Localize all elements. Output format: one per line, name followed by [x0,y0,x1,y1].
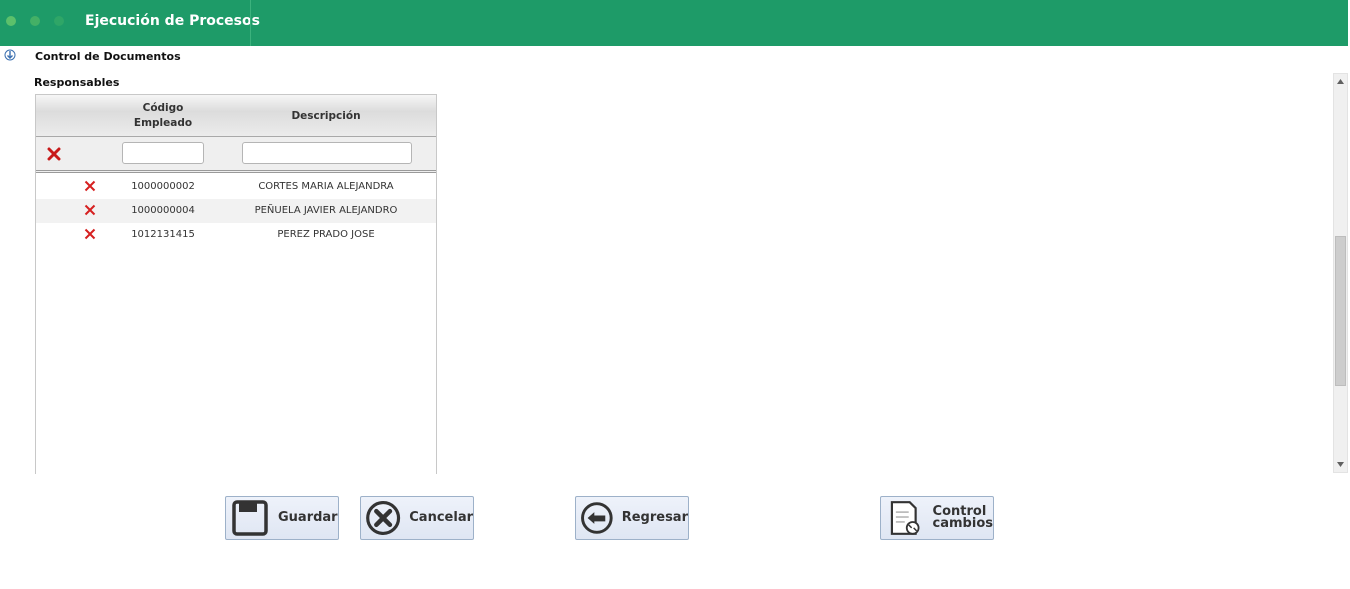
control-changes-button[interactable]: Control cambios [880,496,994,540]
table-row[interactable]: 1000000002 CORTES MARIA ALEJANDRA [36,175,436,199]
save-button[interactable]: Guardar [225,496,339,540]
filter-description-input[interactable] [242,142,412,164]
scroll-down-button[interactable] [1334,457,1347,472]
back-button[interactable]: Regresar [575,496,689,540]
save-label: Guardar [278,510,338,525]
table-row[interactable]: 1000000004 PEÑUELA JAVIER ALEJANDRO [36,199,436,223]
column-header-code-line1: Código [142,102,184,114]
cancel-circle-x-icon [366,501,401,535]
cell-description: PEÑUELA JAVIER ALEJANDRO [254,205,398,216]
cell-code: 1000000004 [131,205,195,216]
cell-description: PEREZ PRADO JOSE [277,229,375,240]
cancel-label: Cancelar [409,510,473,525]
window-dot [54,16,64,26]
cell-description: CORTES MARIA ALEJANDRA [258,181,394,192]
title-bar: Ejecución de Procesos [0,0,1348,46]
delete-icon[interactable] [84,204,96,216]
column-header-code-line2: Empleado [133,117,193,129]
app-title: Ejecución de Procesos [85,13,260,29]
grid-body: 1000000002 CORTES MARIA ALEJANDRA 100000… [36,173,436,247]
window-dots [6,16,64,26]
document-refresh-icon [890,501,920,535]
responsables-title: Responsables [34,76,120,89]
back-arrow-icon [581,502,613,534]
delete-icon[interactable] [84,228,96,240]
back-label: Regresar [621,510,688,525]
title-divider [250,0,251,46]
window-dot [6,16,16,26]
section-title: Control de Documentos [35,50,181,63]
arrow-down-icon [1337,462,1344,467]
cell-code: 1012131415 [131,229,195,240]
cell-code: 1000000002 [131,181,195,192]
info-arrow-icon[interactable] [4,49,16,61]
scroll-up-button[interactable] [1334,74,1347,89]
filter-code-input[interactable] [122,142,204,164]
window-dot [30,16,40,26]
responsables-grid: Código Empleado Descripción 1000000002 CO… [35,94,437,474]
floppy-disk-icon [232,500,268,536]
delete-icon[interactable] [84,180,96,192]
arrow-up-icon [1337,79,1344,84]
table-row[interactable]: 1012131415 PEREZ PRADO JOSE [36,223,436,247]
filter-row [36,137,436,173]
control-label-line2: cambios [932,516,993,531]
control-changes-label: Control cambios [932,505,993,531]
column-header-code[interactable]: Código Empleado [122,95,204,137]
column-header-description[interactable]: Descripción [236,95,416,137]
vertical-scrollbar[interactable] [1333,73,1348,473]
cancel-button[interactable]: Cancelar [360,496,474,540]
clear-filter-icon[interactable] [47,147,61,161]
scrollbar-thumb[interactable] [1335,236,1346,386]
grid-header: Código Empleado Descripción [36,95,436,137]
